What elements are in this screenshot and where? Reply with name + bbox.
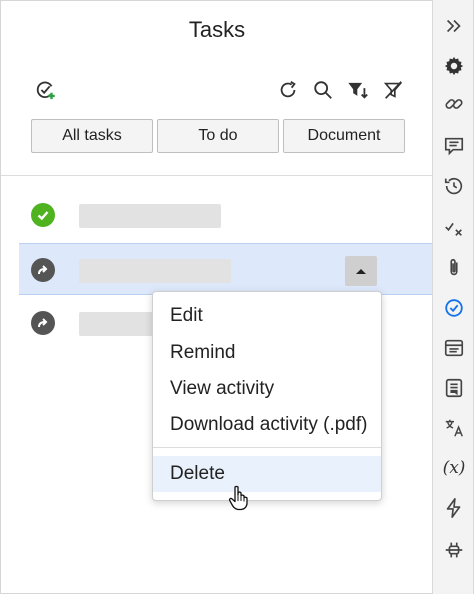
right-tool-rail: (x) [432, 0, 474, 594]
history-icon[interactable] [433, 168, 474, 204]
attachment-icon[interactable] [433, 250, 474, 286]
task-row-selected[interactable] [19, 243, 433, 295]
add-task-icon[interactable] [33, 77, 59, 103]
tasks-panel: Tasks All tasks To do Document Edit Remi… [0, 0, 433, 594]
hand-pointer-icon [228, 485, 248, 511]
link-icon[interactable] [433, 86, 474, 122]
refresh-icon[interactable] [275, 77, 301, 103]
variables-icon[interactable]: (x) [433, 450, 474, 486]
menu-divider [153, 447, 381, 448]
connector-icon[interactable] [433, 532, 474, 568]
menu-item-download-activity[interactable]: Download activity (.pdf) [153, 407, 381, 443]
completed-check-icon [31, 203, 55, 227]
forward-arrow-icon [31, 258, 55, 282]
check-cancel-icon[interactable] [433, 210, 474, 246]
clear-filter-icon[interactable] [380, 77, 406, 103]
variables-label: (x) [442, 458, 466, 478]
task-title-placeholder [79, 259, 231, 283]
translate-icon[interactable] [433, 410, 474, 446]
task-filter-tabs: All tasks To do Document [31, 119, 405, 153]
notes-icon[interactable] [433, 370, 474, 406]
menu-item-remind[interactable]: Remind [153, 335, 381, 371]
panel-title: Tasks [188, 17, 246, 42]
task-context-menu: Edit Remind View activity Download activ… [152, 291, 382, 501]
menu-item-edit[interactable]: Edit [153, 298, 381, 334]
search-icon[interactable] [310, 77, 336, 103]
tasks-check-icon[interactable] [433, 290, 474, 326]
caret-up-icon [356, 269, 366, 274]
forward-arrow-icon [31, 311, 55, 335]
divider [1, 175, 433, 176]
task-title-placeholder [79, 312, 159, 336]
comment-icon[interactable] [433, 128, 474, 164]
tab-all-tasks[interactable]: All tasks [31, 119, 153, 153]
filter-sort-icon[interactable] [345, 77, 371, 103]
lightning-icon[interactable] [433, 490, 474, 526]
forms-icon[interactable] [433, 330, 474, 366]
settings-gear-icon[interactable] [433, 48, 474, 84]
task-row[interactable] [19, 189, 433, 241]
expand-panel-icon[interactable] [433, 8, 474, 44]
tab-to-do[interactable]: To do [157, 119, 279, 153]
task-title-placeholder [79, 204, 221, 228]
collapse-menu-button[interactable] [345, 256, 377, 286]
menu-item-view-activity[interactable]: View activity [153, 371, 381, 407]
menu-item-delete[interactable]: Delete [153, 456, 381, 492]
tab-document[interactable]: Document [283, 119, 405, 153]
